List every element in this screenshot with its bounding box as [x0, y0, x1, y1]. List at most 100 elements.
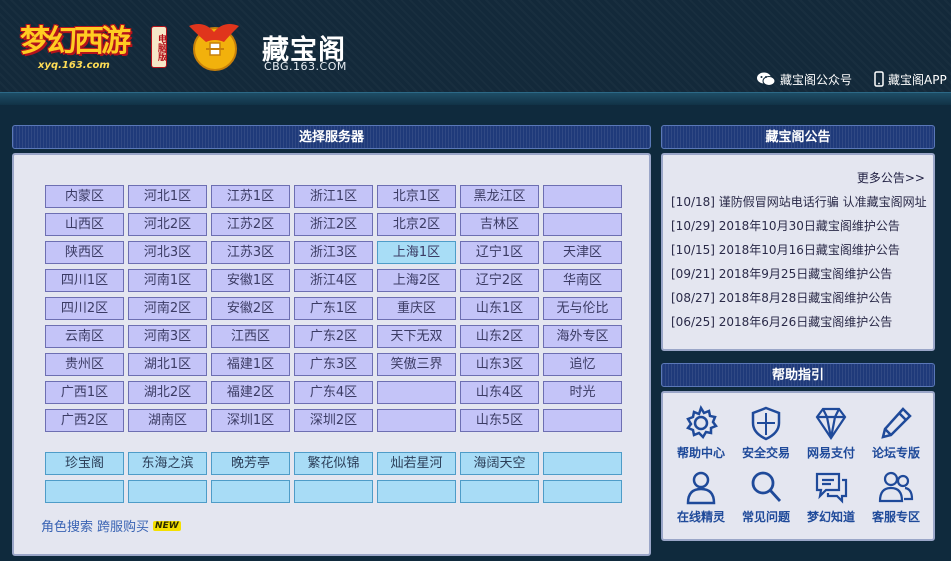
server-button[interactable]: 河北1区	[128, 185, 207, 208]
server-button[interactable]: 江西区	[211, 325, 290, 348]
server-button[interactable]: 河南1区	[128, 269, 207, 292]
zone-button[interactable]	[45, 480, 124, 503]
server-button[interactable]	[377, 409, 456, 432]
server-button[interactable]: 四川2区	[45, 297, 124, 320]
server-button[interactable]: 深圳2区	[294, 409, 373, 432]
server-button[interactable]: 上海1区	[377, 241, 456, 264]
server-button[interactable]: 广东1区	[294, 297, 373, 320]
zone-button[interactable]	[211, 480, 290, 503]
more-notices-link[interactable]: 更多公告>>	[857, 169, 925, 186]
server-button[interactable]: 江苏2区	[211, 213, 290, 236]
server-button[interactable]: 河北2区	[128, 213, 207, 236]
server-button[interactable]: 浙江1区	[294, 185, 373, 208]
notice-item[interactable]: [06/25] 2018年6月26日藏宝阁维护公告	[671, 313, 927, 337]
server-button[interactable]	[543, 409, 622, 432]
zone-button[interactable]: 灿若星河	[377, 452, 456, 475]
server-button[interactable]: 深圳1区	[211, 409, 290, 432]
zone-button[interactable]	[543, 452, 622, 475]
server-button[interactable]: 辽宁2区	[460, 269, 539, 292]
cross-server-buy-link[interactable]: 跨服购买	[97, 516, 149, 535]
server-button[interactable]: 山东5区	[460, 409, 539, 432]
netease-pay-link[interactable]: 网易支付	[801, 405, 861, 461]
knowledge-link[interactable]: 梦幻知道	[801, 469, 861, 525]
server-button[interactable]: 四川1区	[45, 269, 124, 292]
zone-button[interactable]	[460, 480, 539, 503]
server-button[interactable]: 辽宁1区	[460, 241, 539, 264]
server-button[interactable]: 浙江4区	[294, 269, 373, 292]
server-button[interactable]: 无与伦比	[543, 297, 622, 320]
notice-item[interactable]: [08/27] 2018年8月28日藏宝阁维护公告	[671, 289, 927, 313]
server-button[interactable]: 北京2区	[377, 213, 456, 236]
zone-button[interactable]: 晚芳亭	[211, 452, 290, 475]
server-button[interactable]: 华南区	[543, 269, 622, 292]
server-button[interactable]: 山东4区	[460, 381, 539, 404]
notice-panel-title: 藏宝阁公告	[661, 125, 935, 149]
server-button[interactable]: 天下无双	[377, 325, 456, 348]
notice-item[interactable]: [10/18] 谨防假冒网站电话行骗 认准藏宝阁网址	[671, 193, 927, 217]
server-button[interactable]: 广东4区	[294, 381, 373, 404]
server-button[interactable]: 云南区	[45, 325, 124, 348]
server-button[interactable]	[543, 185, 622, 208]
server-button[interactable]: 重庆区	[377, 297, 456, 320]
game-logo[interactable]: 梦幻西游 电脑版 xyq.163.com	[16, 12, 167, 74]
server-button[interactable]: 广西2区	[45, 409, 124, 432]
server-button[interactable]: 黑龙江区	[460, 185, 539, 208]
server-button[interactable]: 山东1区	[460, 297, 539, 320]
server-button[interactable]: 海外专区	[543, 325, 622, 348]
server-button[interactable]: 时光	[543, 381, 622, 404]
zone-button[interactable]	[294, 480, 373, 503]
server-button[interactable]: 浙江3区	[294, 241, 373, 264]
server-button[interactable]: 贵州区	[45, 353, 124, 376]
zone-button[interactable]: 繁花似锦	[294, 452, 373, 475]
server-button[interactable]: 河南3区	[128, 325, 207, 348]
customer-service-link[interactable]: 客服专区	[866, 469, 926, 525]
server-button[interactable]: 山东3区	[460, 353, 539, 376]
faq-link[interactable]: 常见问题	[736, 469, 796, 525]
server-button[interactable]: 上海2区	[377, 269, 456, 292]
server-row: 云南区 河南3区 江西区 广东2区 天下无双 山东2区 海外专区	[45, 325, 626, 348]
notice-item[interactable]: [10/15] 2018年10月16日藏宝阁维护公告	[671, 241, 927, 265]
help-center-link[interactable]: 帮助中心	[671, 405, 731, 461]
server-button[interactable]: 湖北2区	[128, 381, 207, 404]
server-button[interactable]: 山东2区	[460, 325, 539, 348]
server-button[interactable]: 湖北1区	[128, 353, 207, 376]
server-button[interactable]	[543, 213, 622, 236]
server-button[interactable]: 追忆	[543, 353, 622, 376]
notice-item[interactable]: [10/29] 2018年10月30日藏宝阁维护公告	[671, 217, 927, 241]
wechat-official-account-link[interactable]: 藏宝阁公众号	[756, 70, 852, 88]
safe-trade-link[interactable]: 安全交易	[736, 405, 796, 461]
server-button[interactable]: 福建2区	[211, 381, 290, 404]
zone-button[interactable]	[128, 480, 207, 503]
server-button[interactable]: 北京1区	[377, 185, 456, 208]
zone-button[interactable]: 海阔天空	[460, 452, 539, 475]
cbg-app-link[interactable]: 藏宝阁APP	[874, 70, 947, 88]
server-button[interactable]: 吉林区	[460, 213, 539, 236]
server-button[interactable]: 江苏3区	[211, 241, 290, 264]
server-button[interactable]: 湖南区	[128, 409, 207, 432]
server-button[interactable]: 安徽1区	[211, 269, 290, 292]
server-button[interactable]: 广西1区	[45, 381, 124, 404]
cbg-logo-icon[interactable]	[184, 16, 242, 74]
server-button[interactable]: 安徽2区	[211, 297, 290, 320]
server-button[interactable]: 内蒙区	[45, 185, 124, 208]
zone-button[interactable]: 珍宝阁	[45, 452, 124, 475]
server-button[interactable]: 陕西区	[45, 241, 124, 264]
server-button[interactable]: 福建1区	[211, 353, 290, 376]
zone-button[interactable]	[377, 480, 456, 503]
zone-button[interactable]: 东海之滨	[128, 452, 207, 475]
server-button[interactable]: 广东3区	[294, 353, 373, 376]
notice-item[interactable]: [09/21] 2018年9月25日藏宝阁维护公告	[671, 265, 927, 289]
server-button[interactable]: 山西区	[45, 213, 124, 236]
forum-link[interactable]: 论坛专版	[866, 405, 926, 461]
zone-button[interactable]	[543, 480, 622, 503]
role-search-link[interactable]: 角色搜索	[41, 516, 93, 535]
server-button[interactable]: 浙江2区	[294, 213, 373, 236]
server-button[interactable]: 广东2区	[294, 325, 373, 348]
server-button[interactable]	[377, 381, 456, 404]
online-assistant-link[interactable]: 在线精灵	[671, 469, 731, 525]
server-button[interactable]: 河南2区	[128, 297, 207, 320]
server-button[interactable]: 江苏1区	[211, 185, 290, 208]
server-button[interactable]: 笑傲三界	[377, 353, 456, 376]
server-button[interactable]: 天津区	[543, 241, 622, 264]
server-button[interactable]: 河北3区	[128, 241, 207, 264]
